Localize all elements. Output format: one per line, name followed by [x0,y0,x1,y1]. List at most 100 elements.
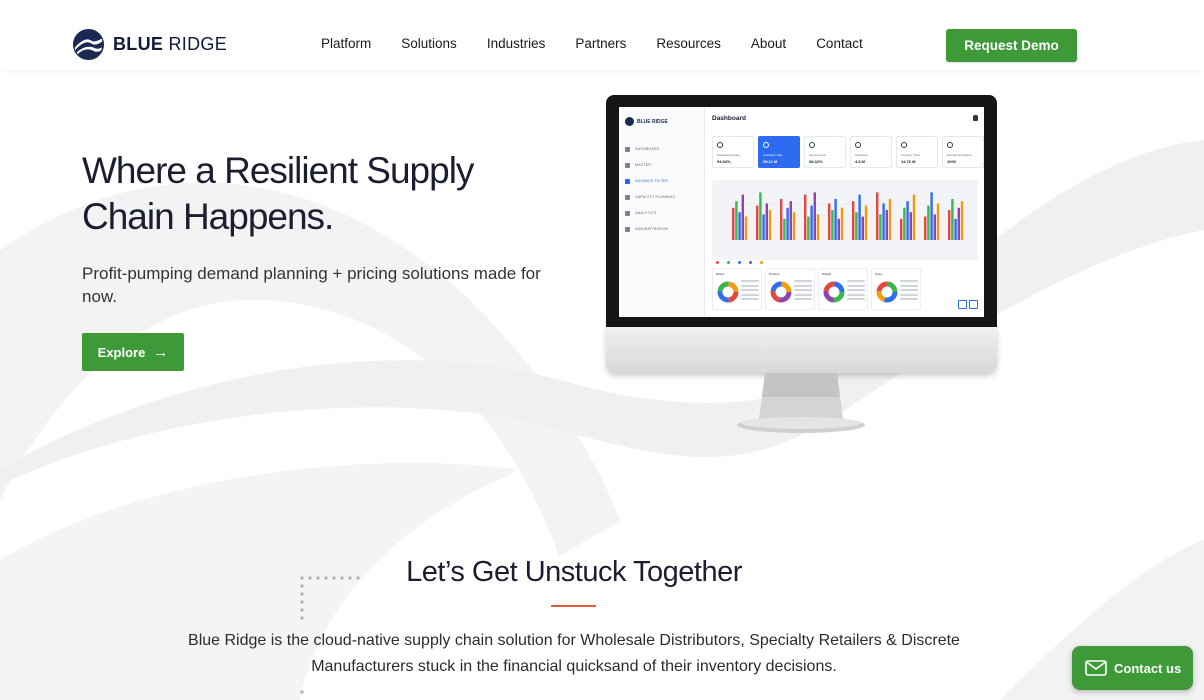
chart-bar [807,216,810,240]
kpi-value: 4.8 M [855,159,866,164]
donut-card: Product [765,268,815,310]
chart-bar [804,194,807,240]
kpi-card: Service Level 98.32% [804,136,846,168]
chart-bar [858,194,861,240]
dashboard-logo-text: BLUE RIDGE [637,118,668,125]
donut-card: Store [871,268,921,310]
kpi-value: 14.76 M [901,159,916,164]
menu-label: ANALYTICS [635,211,657,215]
donut-row: Brand Product Weight Store [712,268,921,310]
donut-card: Weight [818,268,868,310]
site-header: BLUE RIDGE Platform Solutions Industries… [0,0,1204,70]
kpi-label: Forecast Accuracy [717,153,741,157]
blue-ridge-logo-icon [72,28,105,60]
chart-bar [789,201,792,240]
contact-us-label: Contact us [1114,660,1182,676]
monitor-chin [606,327,997,373]
kpi-card: Stockouts 4.8 M [850,136,892,168]
dashboard-menu-item: MASTER [625,157,675,173]
envelope-icon [1085,660,1107,676]
nav-platform[interactable]: Platform [321,36,371,51]
chart-bar [831,210,834,240]
kpi-icon [763,142,769,148]
chart-bar [828,203,831,240]
chart-bar [837,218,840,240]
dashboard-logo: BLUE RIDGE [625,117,668,126]
nav-partners[interactable]: Partners [575,36,626,51]
chart-bar [885,210,888,240]
menu-label: MASTER [635,163,652,167]
chart-bar [948,210,951,240]
explore-label: Explore [97,344,146,360]
nav-solutions[interactable]: Solutions [401,36,457,51]
chart-bar [903,207,906,240]
grid-icon [625,146,630,152]
kpi-label: Demand Exceptions [947,153,973,157]
chart-bar [861,216,864,240]
nav-industries[interactable]: Industries [487,36,546,51]
kpi-card: Demand Exceptions 1000 [942,136,984,168]
nav-resources[interactable]: Resources [656,36,721,51]
menu-label: ADMINISTRATION [635,227,669,231]
request-demo-button[interactable]: Request Demo [946,29,1077,62]
dashboard-logo-icon [625,117,634,126]
kpi-row: Forecast Accuracy 94.54% Inventory Level 3… [712,136,984,168]
hero-subtitle: Profit-pumping demand planning + pricing… [82,264,541,306]
monitor-bezel: BLUE RIDGE DASHBOARD MASTER ADVANCE FILT… [606,95,997,327]
chart-bar [834,199,837,240]
kpi-icon [717,142,723,148]
donut-legend [900,280,918,303]
chart-bar [759,192,762,240]
nav-contact[interactable]: Contact [816,36,863,51]
donut-graphic [770,281,792,303]
arrow-right-icon: → [153,343,169,361]
chart-bar [951,199,954,240]
donut-graphic [823,281,845,303]
kpi-label: Service Level [809,153,826,157]
chart-bar [936,203,940,240]
chart-bar [882,203,885,240]
bell-icon [973,115,978,121]
section-title: Let’s Get Unstuck Together [406,556,742,588]
legend-item [727,261,730,264]
donut-label: Product [769,272,780,276]
chart-bar [924,216,927,240]
dashboard-monitor-image: BLUE RIDGE DASHBOARD MASTER ADVANCE FILT… [606,95,997,435]
chart-bar [816,214,820,240]
donut-graphic [876,281,898,303]
dashboard-menu-item: ANALYTICS [625,205,675,221]
kpi-card: Inventory Turns 14.76 M [896,136,938,168]
chart-bar [957,207,960,240]
chart-bar [933,214,936,240]
master-icon [625,162,630,168]
chart-bar [735,201,738,240]
main-nav: Platform Solutions Industries Partners R… [321,36,863,51]
chart-bar [813,192,816,240]
menu-label: DASHBOARD [635,147,660,151]
chart-bar [738,212,741,240]
chart-bar [876,192,879,240]
donut-label: Store [875,272,883,276]
brand-logo[interactable]: BLUE RIDGE [72,27,227,61]
donut-legend [794,280,812,303]
dashboard-menu-item: DASHBOARD [625,141,675,157]
donut-legend [847,280,865,303]
menu-label: ADVANCE FILTER [635,179,669,183]
chart-bar [960,201,964,240]
dashboard-tools [958,300,978,309]
donut-card: Brand [712,268,762,310]
menu-label: CAPACITY PLANNING [635,195,676,199]
chart-bar [768,210,772,240]
chart-bar [756,205,759,240]
chart-bar [852,201,855,240]
legend-item [760,261,763,264]
legend-item [738,261,741,264]
contact-us-button[interactable]: Contact us [1072,646,1193,690]
title-underline [551,605,596,607]
chart-bar [855,212,858,240]
chart-bar [786,207,789,240]
nav-about[interactable]: About [751,36,786,51]
explore-button[interactable]: Explore → [82,333,184,371]
chart-bar [909,212,912,240]
kpi-value: 98.32% [809,159,823,164]
